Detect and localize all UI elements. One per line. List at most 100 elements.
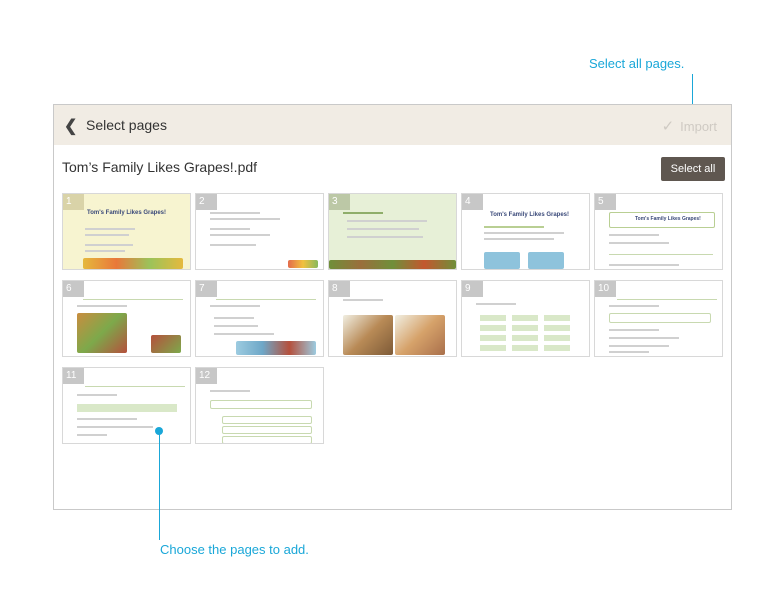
table-cell <box>544 335 570 341</box>
page-number-badge: 3 <box>329 194 350 210</box>
page-content-line <box>210 305 260 307</box>
page-illustration <box>484 252 520 269</box>
page-title-text: Tom's Family Likes Grapes! <box>635 216 701 222</box>
page-content-line <box>609 242 669 244</box>
import-label: Import <box>680 119 717 134</box>
page-content-line <box>85 244 133 246</box>
page-content-line <box>347 236 423 238</box>
page-content-line <box>343 212 383 214</box>
select-all-callout-text: Select all pages. <box>589 56 685 71</box>
page-thumbnail-2[interactable]: 2 <box>195 193 324 270</box>
page-content-line <box>609 345 669 347</box>
page-thumbnail-4[interactable]: 4 Tom's Family Likes Grapes! <box>461 193 590 270</box>
table-cell <box>480 335 506 341</box>
table-cell <box>512 335 538 341</box>
page-rule <box>617 299 717 300</box>
page-thumbnail-9[interactable]: 9 <box>461 280 590 357</box>
page-thumbnail-6[interactable]: 6 <box>62 280 191 357</box>
page-thumbnail-5[interactable]: 5 Tom's Family Likes Grapes! <box>594 193 723 270</box>
page-number-badge: 9 <box>462 281 483 297</box>
page-illustration <box>77 313 127 353</box>
page-number-badge: 10 <box>595 281 616 297</box>
page-number-badge: 7 <box>196 281 217 297</box>
page-rule <box>216 299 316 300</box>
page-illustration <box>528 252 564 269</box>
page-thumbnail-8[interactable]: 8 <box>328 280 457 357</box>
import-button[interactable]: ✓ Import <box>662 117 717 135</box>
chevron-left-icon[interactable]: ❮ <box>64 116 77 136</box>
page-illustration <box>83 258 183 269</box>
page-content-line <box>609 305 659 307</box>
page-thumbnail-12[interactable]: 12 <box>195 367 324 444</box>
page-illustration <box>343 315 393 355</box>
page-content-line <box>214 333 274 335</box>
page-thumbnail-1[interactable]: 1 Tom's Family Likes Grapes! <box>62 193 191 270</box>
file-name: Tom’s Family Likes Grapes!.pdf <box>62 159 258 175</box>
select-all-button[interactable]: Select all <box>661 157 725 181</box>
page-content-line <box>85 234 129 236</box>
page-content-line <box>77 394 117 396</box>
top-bar: ❮ Select pages ✓ Import <box>54 105 731 145</box>
table-cell <box>480 345 506 351</box>
page-content-line <box>210 212 260 214</box>
page-illustration <box>236 341 316 355</box>
page-number-badge: 5 <box>595 194 616 210</box>
word-box <box>222 416 312 424</box>
page-content-line <box>609 234 659 236</box>
select-pages-dialog: ❮ Select pages ✓ Import Tom’s Family Like… <box>53 104 732 510</box>
table-cell <box>480 315 506 321</box>
word-box <box>222 436 312 443</box>
word-box <box>609 313 711 323</box>
page-content-line <box>210 390 250 392</box>
page-content-line <box>609 337 679 339</box>
page-content-line <box>85 250 125 252</box>
table-cell <box>544 315 570 321</box>
page-content-line <box>85 228 135 230</box>
page-content-line <box>347 228 419 230</box>
choose-callout-line <box>159 431 160 540</box>
page-number-badge: 11 <box>63 368 84 384</box>
page-content-line <box>484 232 564 234</box>
table-cell <box>480 325 506 331</box>
table-cell <box>512 315 538 321</box>
page-illustration <box>329 260 456 269</box>
page-number-badge: 4 <box>462 194 483 210</box>
page-content-line <box>484 226 544 228</box>
page-number-badge: 6 <box>63 281 84 297</box>
page-illustration <box>288 260 318 268</box>
page-rule <box>85 386 185 387</box>
page-content-line <box>77 305 127 307</box>
page-thumbnail-7[interactable]: 7 <box>195 280 324 357</box>
page-content-line <box>210 234 270 236</box>
page-content-line <box>609 264 679 266</box>
word-box <box>222 426 312 434</box>
word-box <box>210 400 312 409</box>
table-cell <box>544 345 570 351</box>
page-thumbnail-10[interactable]: 10 <box>594 280 723 357</box>
page-number-badge: 8 <box>329 281 350 297</box>
check-icon: ✓ <box>661 118 675 135</box>
page-content-line <box>609 329 659 331</box>
page-title: Select pages <box>86 117 167 133</box>
page-content-line <box>347 220 427 222</box>
page-thumbnail-11[interactable]: 11 <box>62 367 191 444</box>
page-title-text: Tom's Family Likes Grapes! <box>490 212 570 218</box>
page-title-text: Tom's Family Likes Grapes! <box>87 210 167 216</box>
page-content-line <box>214 317 254 319</box>
page-number-badge: 12 <box>196 368 217 384</box>
page-rule <box>83 299 183 300</box>
page-content-line <box>214 325 258 327</box>
page-rule <box>609 254 713 255</box>
page-content-line <box>77 426 153 428</box>
page-thumbnail-3[interactable]: 3 <box>328 193 457 270</box>
table-cell <box>544 325 570 331</box>
page-content-line <box>210 244 256 246</box>
page-number-badge: 2 <box>196 194 217 210</box>
table-cell <box>77 404 177 412</box>
table-cell <box>512 325 538 331</box>
page-illustration <box>395 315 445 355</box>
page-content-line <box>210 228 250 230</box>
page-content-line <box>476 303 516 305</box>
page-content-line <box>343 299 383 301</box>
page-content-line <box>484 238 554 240</box>
